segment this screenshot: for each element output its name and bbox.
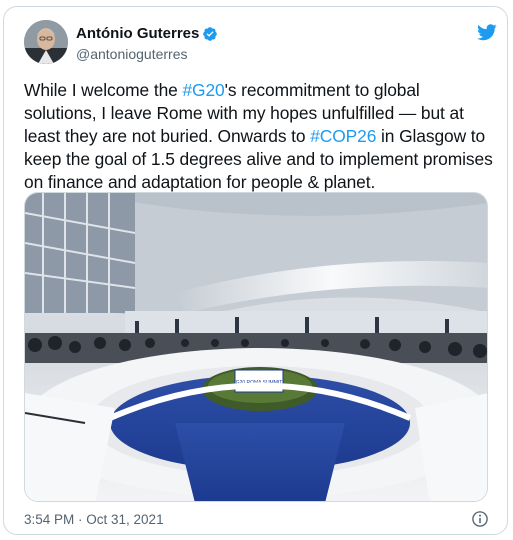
tweet-text-part: While I welcome the — [24, 80, 183, 100]
tweet-header: António Guterres @antonioguterres — [24, 20, 497, 66]
tweet-text: While I welcome the #G20's recommitment … — [24, 79, 494, 194]
twitter-bird-icon[interactable] — [476, 22, 498, 42]
tweet-media-photo[interactable]: G20 ROMA SUMMIT — [24, 192, 488, 502]
hashtag-link-g20[interactable]: #G20 — [182, 80, 224, 100]
author-display-name[interactable]: António Guterres — [76, 25, 199, 43]
tweet-timestamp[interactable]: 3:54 PM · Oct 31, 2021 — [24, 512, 164, 527]
info-icon[interactable] — [471, 510, 489, 528]
author-name-block: António Guterres @antonioguterres — [76, 25, 218, 63]
hashtag-link-cop26[interactable]: #COP26 — [310, 126, 376, 146]
avatar-photo — [24, 20, 68, 64]
author-handle[interactable]: @antonioguterres — [76, 45, 218, 63]
summit-hall-photo: G20 ROMA SUMMIT — [25, 193, 487, 501]
tweet-card: António Guterres @antonioguterres While … — [3, 6, 508, 535]
avatar[interactable] — [24, 20, 68, 64]
verified-badge-icon — [203, 27, 218, 41]
